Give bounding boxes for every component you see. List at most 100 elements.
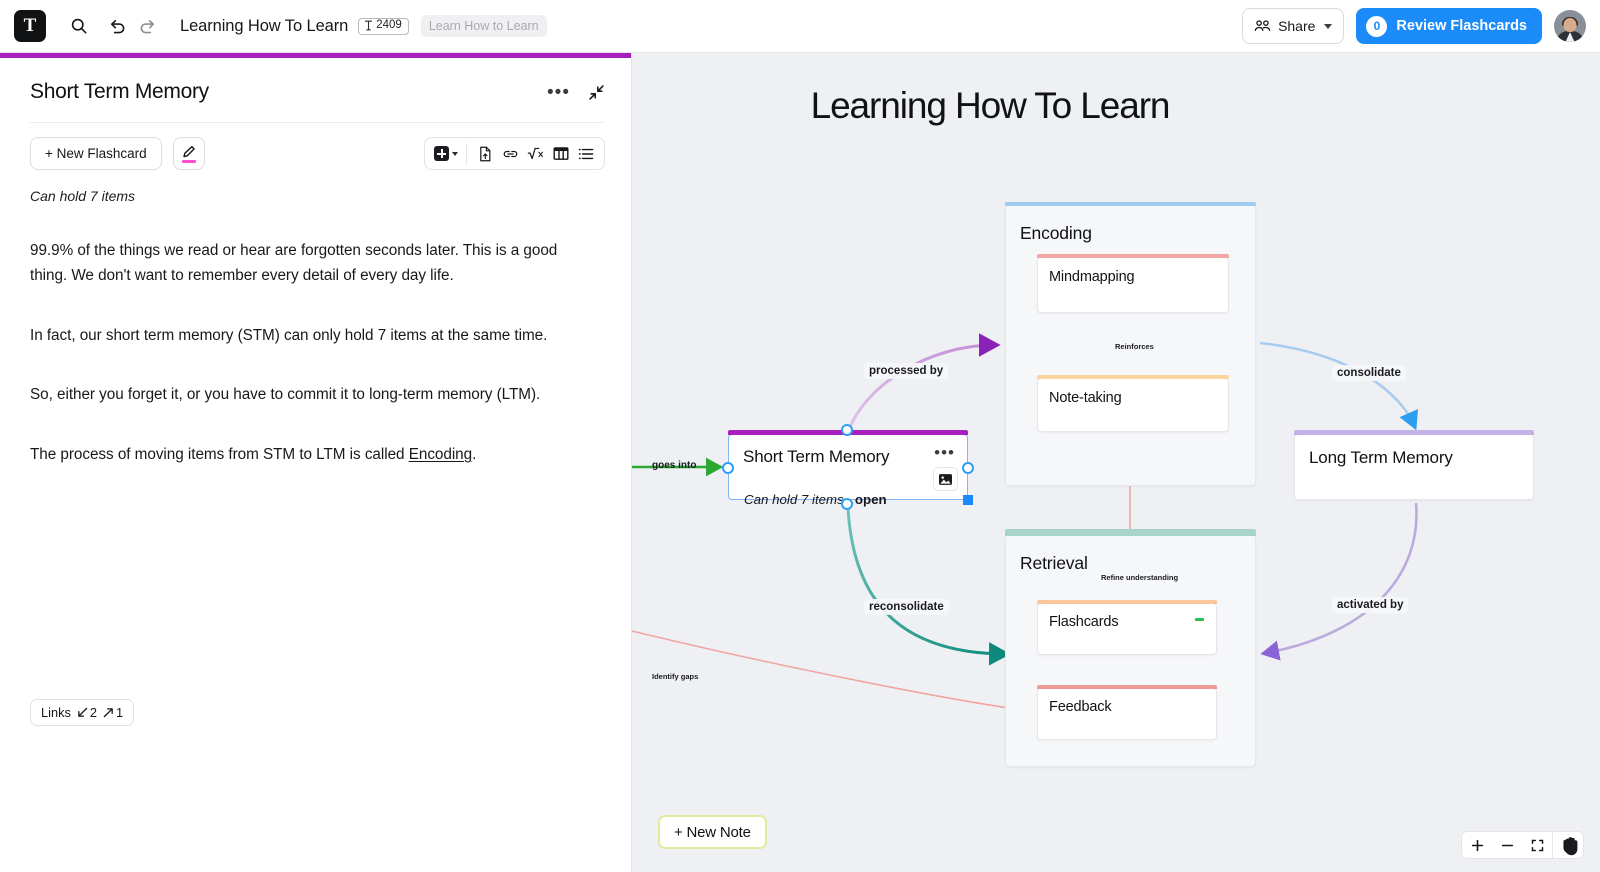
new-flashcard-button[interactable]: + New Flashcard	[30, 137, 162, 170]
review-flashcards-label: Review Flashcards	[1396, 18, 1527, 34]
note-body[interactable]: Can hold 7 items 99.9% of the things we …	[0, 170, 631, 872]
node-more-options-icon[interactable]: •••	[934, 444, 955, 461]
panel-header-actions: •••	[547, 80, 605, 102]
outgoing-links: 1	[103, 705, 123, 720]
zoom-controls	[1461, 831, 1584, 859]
word-count-value: 2409	[376, 19, 402, 31]
zoom-in-icon[interactable]	[1462, 832, 1492, 858]
document-title[interactable]: Learning How To Learn	[180, 17, 348, 36]
review-flashcards-button[interactable]: 0 Review Flashcards	[1356, 8, 1542, 44]
node-accent-bar	[1037, 600, 1217, 604]
resize-handle[interactable]	[963, 495, 973, 505]
node-title: Feedback	[1049, 699, 1112, 715]
paragraph-text-before: The process of moving items from STM to …	[30, 446, 409, 464]
incoming-links-count: 2	[89, 705, 97, 720]
app-logo[interactable]: T	[14, 10, 46, 42]
node-flashcards[interactable]: Flashcards	[1037, 600, 1217, 655]
node-title: Long Term Memory	[1309, 448, 1453, 467]
file-upload-icon[interactable]	[474, 141, 497, 166]
note-editor-panel: Short Term Memory ••• + New Flashcard Ca…	[0, 53, 632, 872]
highlighter-button[interactable]	[172, 137, 205, 170]
paragraph-text-after: .	[472, 446, 477, 464]
note-paragraph: 99.9% of the things we read or hear are …	[30, 242, 558, 284]
connection-handle-left[interactable]	[722, 462, 734, 474]
breadcrumb[interactable]: Learn How to Learn	[420, 15, 547, 37]
insert-block-icon[interactable]	[425, 138, 466, 169]
page-title: Short Term Memory	[30, 80, 209, 103]
node-subtitle-open[interactable]: open	[855, 492, 887, 507]
links-chip-label: Links	[41, 705, 71, 720]
top-bar: T Learning How To Learn 2409 Learn How t…	[0, 0, 1600, 53]
edge-label-goes-into[interactable]: goes into	[647, 459, 701, 474]
body-row: Short Term Memory ••• + New Flashcard Ca…	[0, 53, 1600, 872]
search-icon[interactable]	[64, 11, 94, 41]
top-bar-right: Share 0 Review Flashcards	[1242, 8, 1586, 44]
node-feedback[interactable]: Feedback	[1037, 685, 1217, 740]
status-indicator	[1195, 618, 1204, 621]
note-subtitle: Can hold 7 items	[30, 188, 136, 204]
outgoing-links-count: 1	[116, 705, 124, 720]
panel-header: Short Term Memory •••	[0, 58, 631, 104]
format-toolbar-group	[424, 137, 605, 170]
edge-label-identify-gaps[interactable]: Identify gaps	[647, 671, 703, 682]
node-note-taking[interactable]: Note-taking	[1037, 375, 1229, 432]
node-title: Mindmapping	[1049, 269, 1135, 285]
note-paragraph-with-link: The process of moving items from STM to …	[30, 443, 595, 468]
share-label: Share	[1278, 18, 1316, 34]
node-mindmapping[interactable]: Mindmapping	[1037, 254, 1229, 313]
zoom-out-icon[interactable]	[1492, 832, 1522, 858]
format-icons	[467, 138, 604, 169]
node-accent-bar	[1037, 375, 1229, 379]
collapse-panel-icon[interactable]	[588, 84, 605, 101]
app-root: T Learning How To Learn 2409 Learn How t…	[0, 0, 1600, 872]
review-count-badge: 0	[1366, 15, 1388, 37]
note-paragraph: So, either you forget it, or you have to…	[30, 386, 541, 404]
avatar[interactable]	[1554, 10, 1586, 42]
mindmap-canvas[interactable]: Learning How To Learn Encoding Mindmappi…	[632, 53, 1600, 872]
node-subtitle: Can hold 7 items...open	[744, 492, 887, 507]
undo-icon[interactable]	[102, 11, 132, 41]
node-accent-bar	[1005, 529, 1256, 536]
edge-label-refine-understanding[interactable]: Refine understanding	[1096, 572, 1184, 584]
pan-hand-icon[interactable]	[1553, 832, 1583, 858]
table-icon[interactable]	[549, 141, 572, 166]
connection-handle-top[interactable]	[841, 424, 853, 436]
node-accent-bar	[1037, 685, 1217, 689]
encoding-link[interactable]: Encoding	[409, 446, 472, 463]
node-short-term-memory[interactable]: Short Term Memory ••• Can hold 7 items..…	[722, 424, 974, 510]
note-paragraph: In fact, our short term memory (STM) can…	[30, 326, 548, 344]
edge-label-activated-by[interactable]: activated by	[1332, 597, 1409, 614]
node-title: Flashcards	[1049, 614, 1119, 630]
chevron-down-icon[interactable]	[452, 151, 458, 156]
node-title: Short Term Memory	[743, 447, 890, 466]
math-icon[interactable]	[524, 141, 547, 166]
node-accent-bar	[1037, 254, 1229, 258]
link-icon[interactable]	[499, 141, 522, 166]
image-icon[interactable]	[933, 467, 958, 491]
edge-label-consolidate[interactable]: consolidate	[1332, 365, 1406, 382]
edge-label-reinforces[interactable]: Reinforces	[1110, 341, 1159, 353]
links-chip[interactable]: Links 2 1	[30, 699, 135, 726]
connection-handle-right[interactable]	[962, 462, 974, 474]
node-long-term-memory[interactable]: Long Term Memory	[1294, 430, 1534, 500]
connection-handle-bottom[interactable]	[841, 498, 853, 510]
node-title: Retrieval	[1020, 553, 1088, 573]
highlighter-color-swatch	[181, 159, 196, 163]
node-accent-bar	[1294, 430, 1534, 435]
node-subtitle-italic: Can hold 7 items...	[744, 492, 855, 507]
new-note-button[interactable]: + New Note	[658, 815, 767, 849]
node-title: Note-taking	[1049, 390, 1122, 406]
redo-icon[interactable]	[132, 11, 162, 41]
node-title: Encoding	[1020, 223, 1092, 243]
chevron-down-icon[interactable]	[1324, 23, 1333, 29]
more-options-icon[interactable]: •••	[547, 83, 570, 102]
fit-screen-icon[interactable]	[1522, 832, 1552, 858]
word-count-badge: 2409	[358, 17, 409, 35]
list-icon[interactable]	[574, 141, 597, 166]
edge-label-processed-by[interactable]: processed by	[864, 363, 949, 380]
editor-toolbar: + New Flashcard	[0, 123, 631, 170]
incoming-links: 2	[77, 705, 97, 720]
node-accent-bar	[1005, 202, 1256, 206]
edge-label-reconsolidate[interactable]: reconsolidate	[864, 599, 949, 616]
share-button[interactable]: Share	[1242, 8, 1345, 44]
